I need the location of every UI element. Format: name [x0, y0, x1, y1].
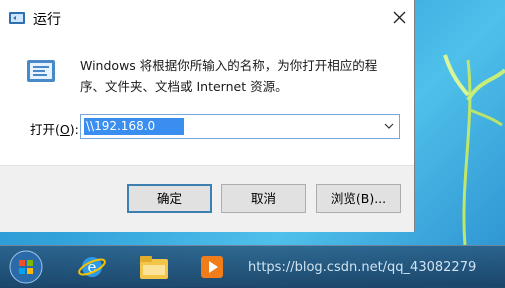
button-bar: 确定 取消 浏览(B)...	[0, 165, 414, 232]
open-combobox[interactable]: \\192.168.0	[80, 114, 400, 139]
open-label-suffix: ):	[69, 122, 79, 137]
run-app-icon	[8, 10, 26, 26]
open-label: 打开(O):	[30, 119, 79, 138]
run-program-icon	[25, 55, 57, 87]
open-label-accesskey: O	[59, 122, 70, 137]
close-icon	[393, 11, 405, 23]
start-orb-icon[interactable]	[6, 249, 46, 285]
watermark-url: https://blog.csdn.net/qq_43082279	[248, 260, 477, 275]
close-button[interactable]	[384, 4, 414, 30]
browse-button[interactable]: 浏览(B)...	[316, 184, 401, 213]
dialog-title: 运行	[33, 12, 61, 28]
taskbar: e https://blog.csdn.net/qq_43082279	[0, 245, 505, 288]
run-dialog: 运行 Windows 将根据你所输入的名称，为你打开相应的程序、文件夹、文档或 …	[0, 0, 415, 232]
dialog-description: Windows 将根据你所输入的名称，为你打开相应的程序、文件夹、文档或 Int…	[80, 58, 378, 94]
file-explorer-icon[interactable]	[134, 249, 174, 285]
open-input-value[interactable]: \\192.168.0	[84, 118, 184, 135]
internet-explorer-icon[interactable]: e	[72, 249, 112, 285]
cancel-button[interactable]: 取消	[221, 184, 306, 213]
ok-button[interactable]: 确定	[127, 184, 212, 213]
open-label-prefix: 打开(	[30, 122, 60, 137]
desktop-wallpaper-decoration	[443, 54, 505, 245]
media-player-icon[interactable]	[192, 249, 232, 285]
chevron-down-icon[interactable]	[383, 120, 395, 132]
title-bar[interactable]: 运行	[0, 0, 414, 36]
